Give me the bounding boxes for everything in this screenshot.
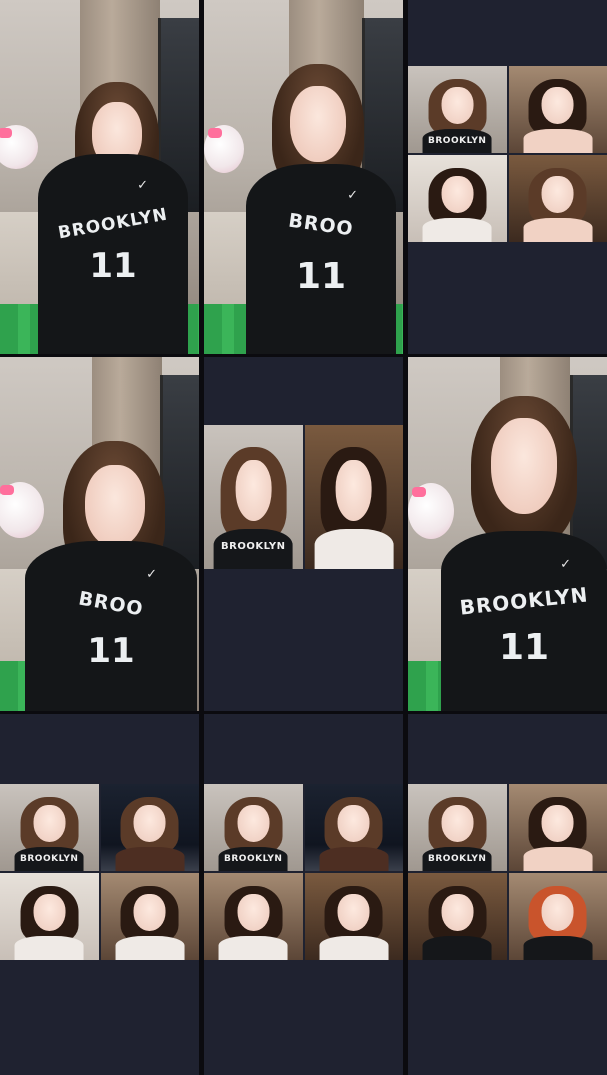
stream-tile-r3c1[interactable]: BROOKLYN: [0, 714, 199, 1075]
jersey-number: 11: [87, 631, 135, 671]
guest-tile[interactable]: [508, 873, 607, 960]
guest-tile[interactable]: BROOKLYN: [204, 425, 303, 569]
jersey-brand-text: BROO: [287, 209, 355, 241]
video-grid: BROOKLYN 11 ✓ BROO 11 ✓ BROOKLYN BROO 11…: [0, 0, 607, 1075]
stream-tile-r1c1[interactable]: BROOKLYN 11 ✓: [0, 0, 199, 354]
guest-grid: BROOKLYN: [408, 66, 607, 242]
guest-grid: BROOKLYN: [204, 784, 403, 960]
guest-tile[interactable]: [508, 155, 607, 242]
guest-tile[interactable]: BROOKLYN: [408, 784, 507, 871]
plush-bow-icon: [0, 485, 14, 495]
guest-tile[interactable]: [204, 873, 303, 960]
guest-tile[interactable]: [408, 873, 507, 960]
jersey-brand-text: BROOKLYN: [56, 204, 170, 244]
plush-bow-icon: [208, 128, 222, 138]
jersey: BROO 11 ✓: [25, 541, 197, 711]
stream-tile-r1c2[interactable]: BROO 11 ✓: [204, 0, 403, 354]
guest-tile[interactable]: [100, 873, 199, 960]
guest-tile[interactable]: [304, 873, 403, 960]
guest-tile[interactable]: BROOKLYN: [204, 784, 303, 871]
jersey-brand-text: BROOKLYN: [458, 582, 590, 620]
guest-tile[interactable]: [508, 784, 607, 871]
streamer-figure: BROO 11 ✓: [25, 421, 197, 711]
plush-bow-icon: [0, 128, 12, 138]
plush-bow-icon: [412, 487, 426, 497]
jersey-brand-text: BROOKLYN: [20, 854, 79, 865]
jersey-number: 11: [89, 246, 137, 286]
guest-tile[interactable]: [100, 784, 199, 871]
jersey-number: 11: [295, 256, 347, 297]
jersey-brand-text: BROOKLYN: [428, 136, 487, 147]
jersey-brand-text: BROOKLYN: [224, 854, 283, 865]
streamer-figure: BROOKLYN 11 ✓: [30, 54, 190, 354]
swoosh-icon: ✓: [347, 188, 358, 203]
guest-tile[interactable]: [0, 873, 99, 960]
swoosh-icon: ✓: [137, 178, 148, 193]
guest-tile[interactable]: [304, 425, 403, 569]
stream-tile-r3c3[interactable]: BROOKLYN: [408, 714, 607, 1075]
stream-tile-r1c3[interactable]: BROOKLYN: [408, 0, 607, 354]
jersey: BROOKLYN 11 ✓: [441, 531, 607, 711]
stream-tile-r2c3[interactable]: BROOKLYN 11 ✓: [408, 357, 607, 711]
jersey: BROOKLYN 11 ✓: [38, 154, 188, 354]
stream-tile-r2c1[interactable]: BROO 11 ✓: [0, 357, 199, 711]
jersey-brand-text: BROOKLYN: [428, 854, 487, 865]
streamer-figure: BROOKLYN 11 ✓: [433, 396, 607, 711]
guest-tile[interactable]: [304, 784, 403, 871]
guest-grid: BROOKLYN: [408, 784, 607, 960]
guest-grid: BROOKLYN: [204, 425, 403, 569]
jersey-brand-text: BROO: [76, 587, 146, 621]
jersey-number: 11: [498, 627, 550, 668]
guest-tile[interactable]: [508, 66, 607, 153]
guest-tile[interactable]: [408, 155, 507, 242]
stream-tile-r2c2[interactable]: BROOKLYN: [204, 357, 403, 711]
stream-tile-r3c2[interactable]: BROOKLYN: [204, 714, 403, 1075]
jersey: BROO 11 ✓: [246, 164, 396, 354]
guest-grid: BROOKLYN: [0, 784, 199, 960]
jersey-brand-text: BROOKLYN: [220, 541, 286, 553]
guest-tile[interactable]: BROOKLYN: [408, 66, 507, 153]
guest-tile[interactable]: BROOKLYN: [0, 784, 99, 871]
swoosh-icon: ✓: [560, 557, 571, 572]
streamer-figure: BROO 11 ✓: [234, 64, 399, 354]
swoosh-icon: ✓: [146, 567, 157, 582]
